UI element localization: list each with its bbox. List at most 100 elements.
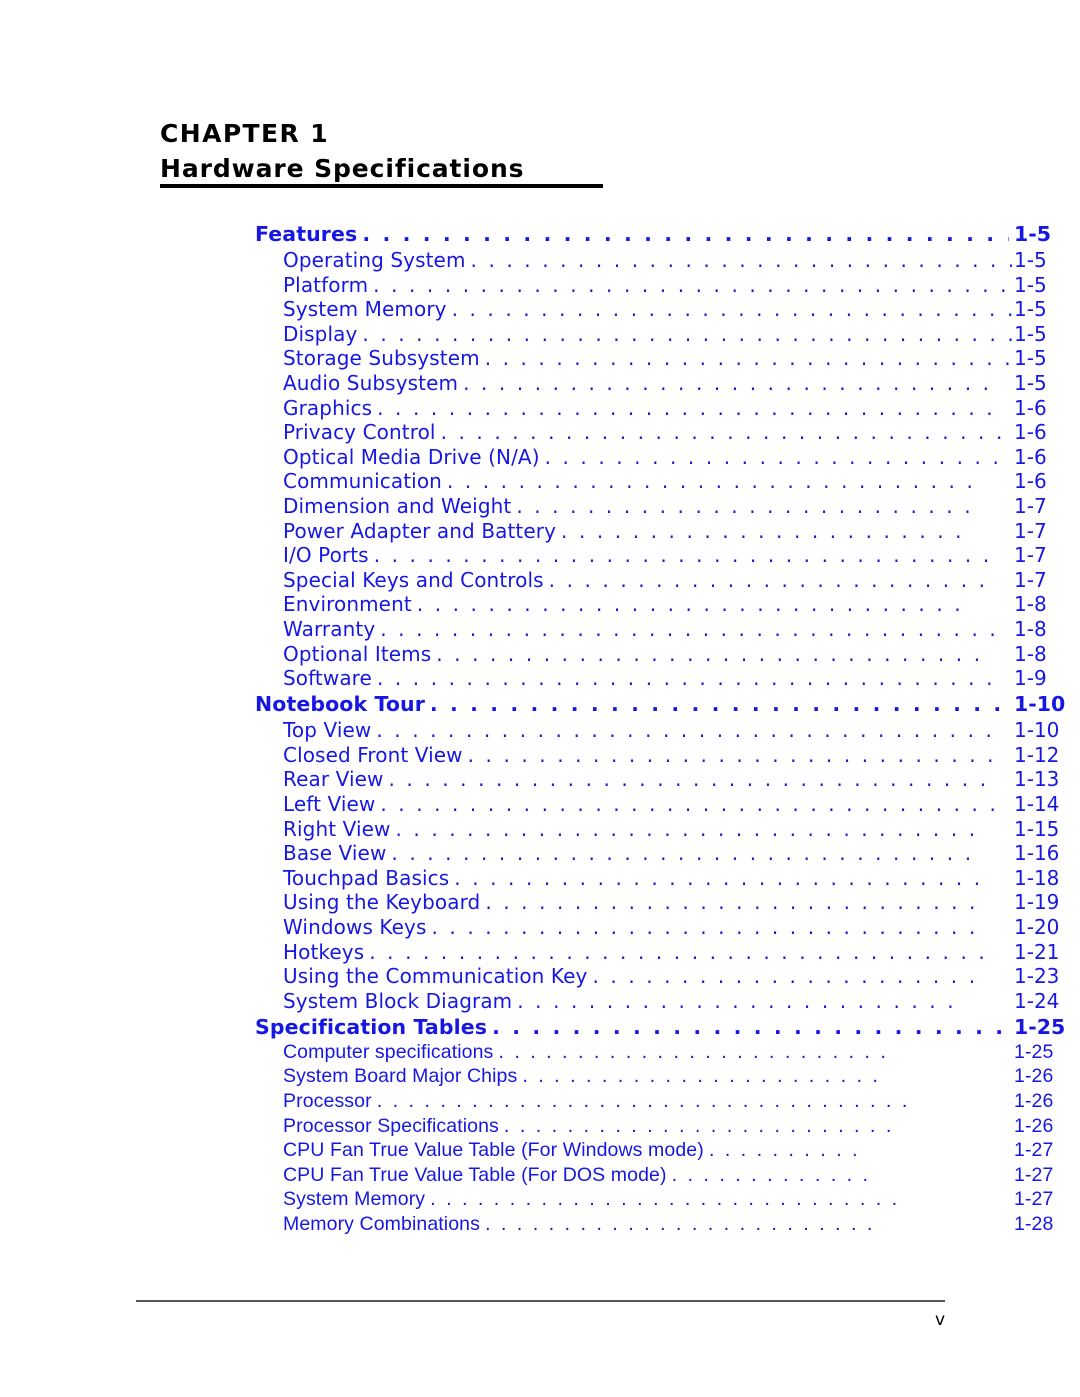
toc-subsection-entry[interactable]: Power Adapter and Battery. . . . . . . .… bbox=[0, 519, 1080, 544]
footer-rule bbox=[136, 1300, 945, 1302]
toc-entry-page-number: 1-10 bbox=[1014, 718, 1060, 743]
toc-entry-page-number: 1-8 bbox=[1014, 592, 1047, 617]
toc-subsection-entry[interactable]: CPU Fan True Value Table (For Windows mo… bbox=[0, 1139, 1080, 1164]
toc-entry-label: Left View bbox=[283, 791, 376, 816]
toc-subsection-entry[interactable]: Special Keys and Controls. . . . . . . .… bbox=[0, 568, 1080, 593]
toc-section-entry[interactable]: Notebook Tour. . . . . . . . . . . . . .… bbox=[0, 692, 1080, 718]
toc-subsection-entry[interactable]: Warranty. . . . . . . . . . . . . . . . … bbox=[0, 617, 1080, 642]
toc-subsection-entry[interactable]: CPU Fan True Value Table (For DOS mode).… bbox=[0, 1164, 1080, 1189]
toc-subsection-entry[interactable]: Graphics. . . . . . . . . . . . . . . . … bbox=[0, 396, 1080, 421]
toc-leader-dots: . . . . . . . . . . . . . . . . . . . . … bbox=[548, 567, 988, 592]
toc-entry-label: Dimension and Weight bbox=[283, 493, 512, 518]
toc-subsection-entry[interactable]: Platform. . . . . . . . . . . . . . . . … bbox=[0, 273, 1080, 298]
toc-leader-dots: . . . . . . . . . . . . . . . . . . . . … bbox=[446, 469, 976, 494]
toc-subsection-entry[interactable]: Closed Front View. . . . . . . . . . . .… bbox=[0, 743, 1080, 768]
toc-leader-dots: . . . . . . . . . . . . . . . . . . . . … bbox=[373, 543, 992, 568]
toc-entry-label: Audio Subsystem bbox=[283, 370, 459, 395]
toc-entry-page-number: 1-8 bbox=[1014, 641, 1047, 666]
toc-leader-dots: . . . . . . . . . . . . . . . . . . . . … bbox=[388, 767, 989, 792]
toc-entry-page-number: 1-26 bbox=[1014, 1114, 1054, 1137]
toc-entry-label: System Memory bbox=[283, 1188, 426, 1211]
toc-entry-label: Optical Media Drive (N/A) bbox=[283, 444, 540, 469]
toc-entry-label: Power Adapter and Battery bbox=[283, 518, 557, 543]
toc-entry-page-number: 1-13 bbox=[1014, 767, 1060, 792]
toc-section-entry[interactable]: Specification Tables. . . . . . . . . . … bbox=[0, 1015, 1080, 1041]
toc-subsection-entry[interactable]: I/O Ports. . . . . . . . . . . . . . . .… bbox=[0, 543, 1080, 568]
toc-entry-page-number: 1-26 bbox=[1014, 1090, 1054, 1112]
toc-entry-page-number: 1-5 bbox=[1014, 321, 1047, 346]
toc-subsection-entry[interactable]: Rear View. . . . . . . . . . . . . . . .… bbox=[0, 767, 1080, 792]
toc-subsection-entry[interactable]: System Board Major Chips. . . . . . . . … bbox=[0, 1065, 1080, 1090]
toc-subsection-entry[interactable]: Optical Media Drive (N/A). . . . . . . .… bbox=[0, 445, 1080, 470]
toc-entry-label: Display bbox=[283, 321, 358, 346]
toc-leader-dots: . . . . . . . . . . . . . . . . . . . . … bbox=[436, 641, 983, 666]
toc-leader-dots: . . . . . . . . . . . . . . . . . . . . … bbox=[440, 420, 1005, 445]
toc-entry-page-number: 1-6 bbox=[1014, 395, 1047, 420]
toc-entry-page-number: 1-24 bbox=[1014, 988, 1060, 1013]
toc-entry-label: Touchpad Basics bbox=[283, 865, 450, 890]
toc-entry-page-number: 1-6 bbox=[1014, 469, 1047, 494]
toc-subsection-entry[interactable]: System Memory. . . . . . . . . . . . . .… bbox=[0, 1188, 1080, 1213]
toc-leader-dots: . . . . . . . . . . . . . . . . . . . . … bbox=[391, 841, 974, 866]
toc-subsection-entry[interactable]: Processor. . . . . . . . . . . . . . . .… bbox=[0, 1090, 1080, 1115]
toc-entry-label: Computer specifications bbox=[283, 1040, 494, 1063]
toc-subsection-entry[interactable]: Display. . . . . . . . . . . . . . . . .… bbox=[0, 322, 1080, 347]
toc-subsection-entry[interactable]: Using the Keyboard. . . . . . . . . . . … bbox=[0, 890, 1080, 915]
toc-leader-dots: . . . . . . . . . . bbox=[708, 1139, 861, 1162]
toc-leader-dots: . . . . . . . . . . . . . . . . . . . . … bbox=[376, 718, 995, 743]
toc-entry-label: CPU Fan True Value Table (For DOS mode) bbox=[283, 1163, 667, 1186]
toc-entry-page-number: 1-8 bbox=[1014, 616, 1047, 641]
toc-entry-label: Special Keys and Controls bbox=[283, 567, 544, 592]
toc-subsection-entry[interactable]: System Memory. . . . . . . . . . . . . .… bbox=[0, 297, 1080, 322]
toc-subsection-entry[interactable]: System Block Diagram. . . . . . . . . . … bbox=[0, 989, 1080, 1014]
toc-subsection-entry[interactable]: Base View. . . . . . . . . . . . . . . .… bbox=[0, 841, 1080, 866]
toc-entry-label: Privacy Control bbox=[283, 420, 436, 445]
toc-subsection-entry[interactable]: Left View. . . . . . . . . . . . . . . .… bbox=[0, 792, 1080, 817]
toc-entry-label: Notebook Tour bbox=[255, 692, 425, 717]
toc-entry-page-number: 1-7 bbox=[1014, 518, 1047, 543]
toc-entry-label: Closed Front View bbox=[283, 742, 463, 767]
toc-leader-dots: . . . . . . . . . . . . . . . . . . . . … bbox=[431, 914, 978, 939]
toc-subsection-entry[interactable]: Storage Subsystem. . . . . . . . . . . .… bbox=[0, 346, 1080, 371]
toc-entry-page-number: 1-19 bbox=[1014, 890, 1060, 915]
toc-entry-label: Processor bbox=[283, 1090, 372, 1112]
toc-subsection-entry[interactable]: Memory Combinations. . . . . . . . . . .… bbox=[0, 1213, 1080, 1238]
toc-subsection-entry[interactable]: Top View. . . . . . . . . . . . . . . . … bbox=[0, 718, 1080, 743]
toc-subsection-entry[interactable]: Environment. . . . . . . . . . . . . . .… bbox=[0, 592, 1080, 617]
toc-subsection-entry[interactable]: Computer specifications. . . . . . . . .… bbox=[0, 1041, 1080, 1066]
toc-subsection-entry[interactable]: Right View. . . . . . . . . . . . . . . … bbox=[0, 817, 1080, 842]
toc-leader-dots: . . . . . . . . . . . . . . . . . . . . … bbox=[362, 321, 1012, 346]
toc-entry-page-number: 1-16 bbox=[1014, 841, 1060, 866]
toc-entry-label: Top View bbox=[283, 718, 372, 743]
toc-subsection-entry[interactable]: Hotkeys. . . . . . . . . . . . . . . . .… bbox=[0, 940, 1080, 965]
toc-entry-label: Specification Tables bbox=[255, 1014, 488, 1039]
toc-section-entry[interactable]: Features. . . . . . . . . . . . . . . . … bbox=[0, 222, 1080, 248]
toc-subsection-entry[interactable]: Processor Specifications. . . . . . . . … bbox=[0, 1115, 1080, 1140]
toc-subsection-entry[interactable]: Communication. . . . . . . . . . . . . .… bbox=[0, 469, 1080, 494]
toc-entry-page-number: 1-21 bbox=[1014, 939, 1060, 964]
toc-entry-page-number: 1-5 bbox=[1014, 222, 1052, 246]
toc-subsection-entry[interactable]: Dimension and Weight. . . . . . . . . . … bbox=[0, 494, 1080, 519]
toc-subsection-entry[interactable]: Windows Keys. . . . . . . . . . . . . . … bbox=[0, 915, 1080, 940]
toc-entry-page-number: 1-27 bbox=[1014, 1163, 1054, 1186]
toc-leader-dots: . . . . . . . . . . . . . . . . . . . . … bbox=[451, 297, 1012, 322]
toc-subsection-entry[interactable]: Optional Items. . . . . . . . . . . . . … bbox=[0, 642, 1080, 667]
toc-subsection-entry[interactable]: Privacy Control. . . . . . . . . . . . .… bbox=[0, 420, 1080, 445]
toc-leader-dots: . . . . . . . . . . . . . . . . . . . . … bbox=[484, 346, 1012, 371]
toc-leader-dots: . . . . . . . . . . . . . . . . . . . . … bbox=[430, 1188, 900, 1211]
toc-entry-label: Software bbox=[283, 666, 372, 691]
toc-entry-label: System Board Major Chips bbox=[283, 1065, 518, 1088]
toc-leader-dots: . . . . . . . . . . . . . . . . . . . . … bbox=[484, 1212, 875, 1235]
toc-subsection-entry[interactable]: Operating System. . . . . . . . . . . . … bbox=[0, 248, 1080, 273]
toc-entry-label: Warranty bbox=[283, 616, 376, 641]
toc-entry-page-number: 1-5 bbox=[1014, 272, 1047, 297]
toc-subsection-entry[interactable]: Touchpad Basics. . . . . . . . . . . . .… bbox=[0, 866, 1080, 891]
toc-entry-label: Memory Combinations bbox=[283, 1212, 480, 1235]
toc-subsection-entry[interactable]: Audio Subsystem. . . . . . . . . . . . .… bbox=[0, 371, 1080, 396]
toc-subsection-entry[interactable]: Software. . . . . . . . . . . . . . . . … bbox=[0, 666, 1080, 691]
toc-leader-dots: . . . . . . . . . . . . . . . . . . . . … bbox=[516, 493, 974, 518]
toc-entry-label: Communication bbox=[283, 469, 442, 494]
toc-subsection-entry[interactable]: Using the Communication Key. . . . . . .… bbox=[0, 964, 1080, 989]
toc-entry-page-number: 1-6 bbox=[1014, 420, 1047, 445]
toc-leader-dots: . . . . . . . . . . . . . . . . . . . . … bbox=[503, 1114, 894, 1137]
